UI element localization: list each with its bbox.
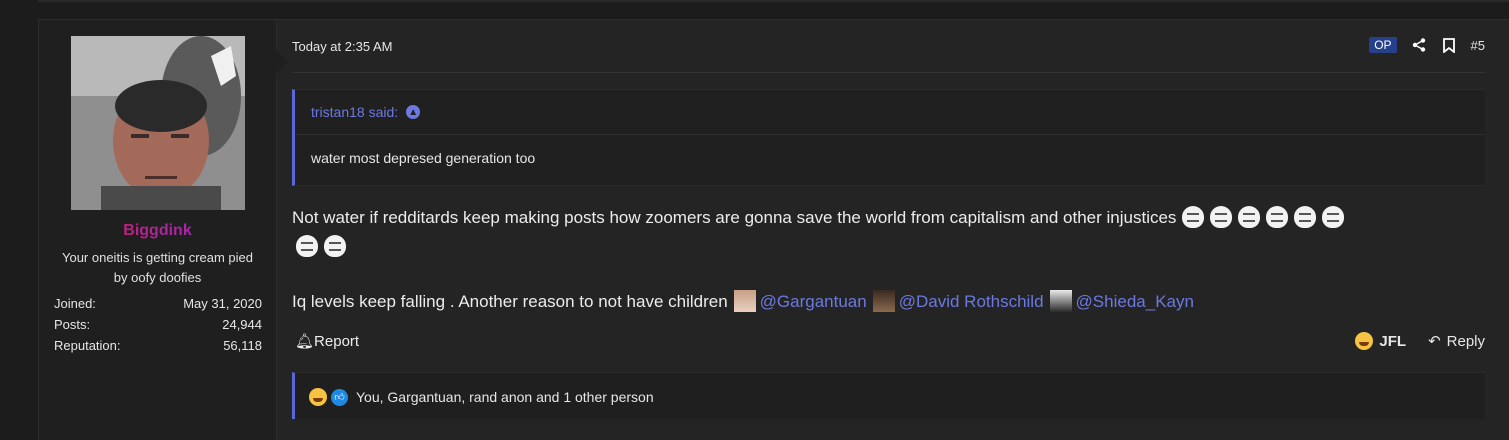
mention-avatar	[872, 290, 895, 312]
username[interactable]: Biggdink	[39, 222, 276, 240]
quote-header[interactable]: tristan18 said: ▲	[311, 104, 421, 120]
user-stats: Joined: May 31, 2020 Posts: 24,944 Reput…	[54, 293, 262, 356]
post-number[interactable]: #5	[1471, 38, 1485, 53]
stat-value[interactable]: 24,944	[222, 314, 262, 335]
mention-link[interactable]: @Gargantuan	[760, 292, 867, 311]
avatar-image	[71, 36, 245, 210]
quote-text: water most depresed generation too	[311, 150, 536, 166]
previous-post-edge	[38, 0, 1509, 2]
laughing-emoji-icon	[309, 388, 327, 406]
share-icon[interactable]	[1411, 37, 1427, 53]
pepe-emoji-icon	[324, 235, 346, 257]
pepe-emoji-icon	[1294, 206, 1317, 228]
header-actions: OP #5	[1369, 37, 1485, 53]
laughing-emoji-icon	[1355, 332, 1374, 350]
message-header: Today at 2:35 AM OP #5	[292, 20, 1485, 73]
paragraph-text: Iq levels keep falling . Another reason …	[292, 292, 728, 311]
reaction-summary[interactable]: 👍︎ You, Gargantuan, rand anon and 1 othe…	[309, 388, 654, 406]
post-actions: 🔔︎Report JFL ↶ Reply	[292, 329, 1485, 353]
jfl-label: JFL	[1379, 332, 1407, 350]
reply-arrow-icon: ↶	[1428, 333, 1441, 350]
bell-icon: 🔔︎	[295, 333, 315, 350]
arrow-up-icon[interactable]: ▲	[406, 105, 421, 119]
pepe-emoji-icon	[1266, 206, 1289, 228]
quote-author[interactable]: tristan18 said:	[311, 104, 398, 120]
stat-label: Reputation:	[54, 338, 121, 353]
forum-post: Biggdink Your oneitis is getting cream p…	[38, 19, 1509, 440]
thumbs-up-icon: 👍︎	[331, 388, 348, 406]
mention-link[interactable]: @David Rothschild	[899, 292, 1044, 311]
post-body: Not water if redditards keep making post…	[292, 203, 1482, 316]
reactions-text[interactable]: You, Gargantuan, rand anon and 1 other p…	[356, 389, 654, 405]
jfl-react-button[interactable]: JFL	[1355, 332, 1406, 350]
actions-right: JFL ↶ Reply	[1355, 332, 1485, 350]
pepe-emoji-icon	[1322, 206, 1345, 228]
paragraph-text: Not water if redditards keep making post…	[292, 208, 1177, 227]
stat-joined: Joined: May 31, 2020	[54, 293, 262, 314]
reply-button[interactable]: ↶ Reply	[1428, 332, 1485, 351]
stat-posts: Posts: 24,944	[54, 314, 262, 335]
mention-link[interactable]: @Shieda_Kayn	[1076, 292, 1194, 311]
post-paragraph-1: Not water if redditards keep making post…	[292, 203, 1482, 261]
reactions-bar: 👍︎ You, Gargantuan, rand anon and 1 othe…	[292, 372, 1485, 419]
quote-divider	[295, 134, 1485, 135]
sidebar-arrow	[276, 50, 288, 74]
pepe-emoji-icon	[1182, 206, 1205, 228]
reply-label: Reply	[1446, 332, 1485, 350]
stat-value: 56,118	[223, 338, 262, 353]
user-sidebar: Biggdink Your oneitis is getting cream p…	[39, 20, 277, 440]
post-paragraph-2: Iq levels keep falling . Another reason …	[292, 287, 1482, 316]
user-title: Your oneitis is getting cream pied by oo…	[61, 250, 254, 285]
user-avatar[interactable]	[71, 36, 245, 210]
stat-value: May 31, 2020	[183, 296, 262, 311]
stat-label: Posts:	[54, 317, 91, 332]
pepe-emoji-icon	[296, 235, 318, 257]
bookmark-icon[interactable]	[1441, 37, 1457, 53]
post-date[interactable]: Today at 2:35 AM	[292, 39, 392, 54]
pepe-emoji-icon	[1210, 206, 1233, 228]
pepe-emoji-icon	[1238, 206, 1261, 228]
report-button[interactable]: 🔔︎Report	[295, 332, 359, 350]
stat-reputation: Reputation: 56,118	[54, 335, 262, 356]
op-badge: OP	[1369, 37, 1397, 53]
stat-label: Joined:	[54, 296, 96, 311]
quote-block: tristan18 said: ▲ water most depresed ge…	[292, 89, 1485, 186]
report-label: Report	[314, 333, 360, 350]
mention-avatar	[1049, 290, 1072, 312]
mention-avatar	[733, 290, 756, 312]
message-content: Today at 2:35 AM OP #5 tristan18 said: ▲…	[292, 20, 1485, 440]
